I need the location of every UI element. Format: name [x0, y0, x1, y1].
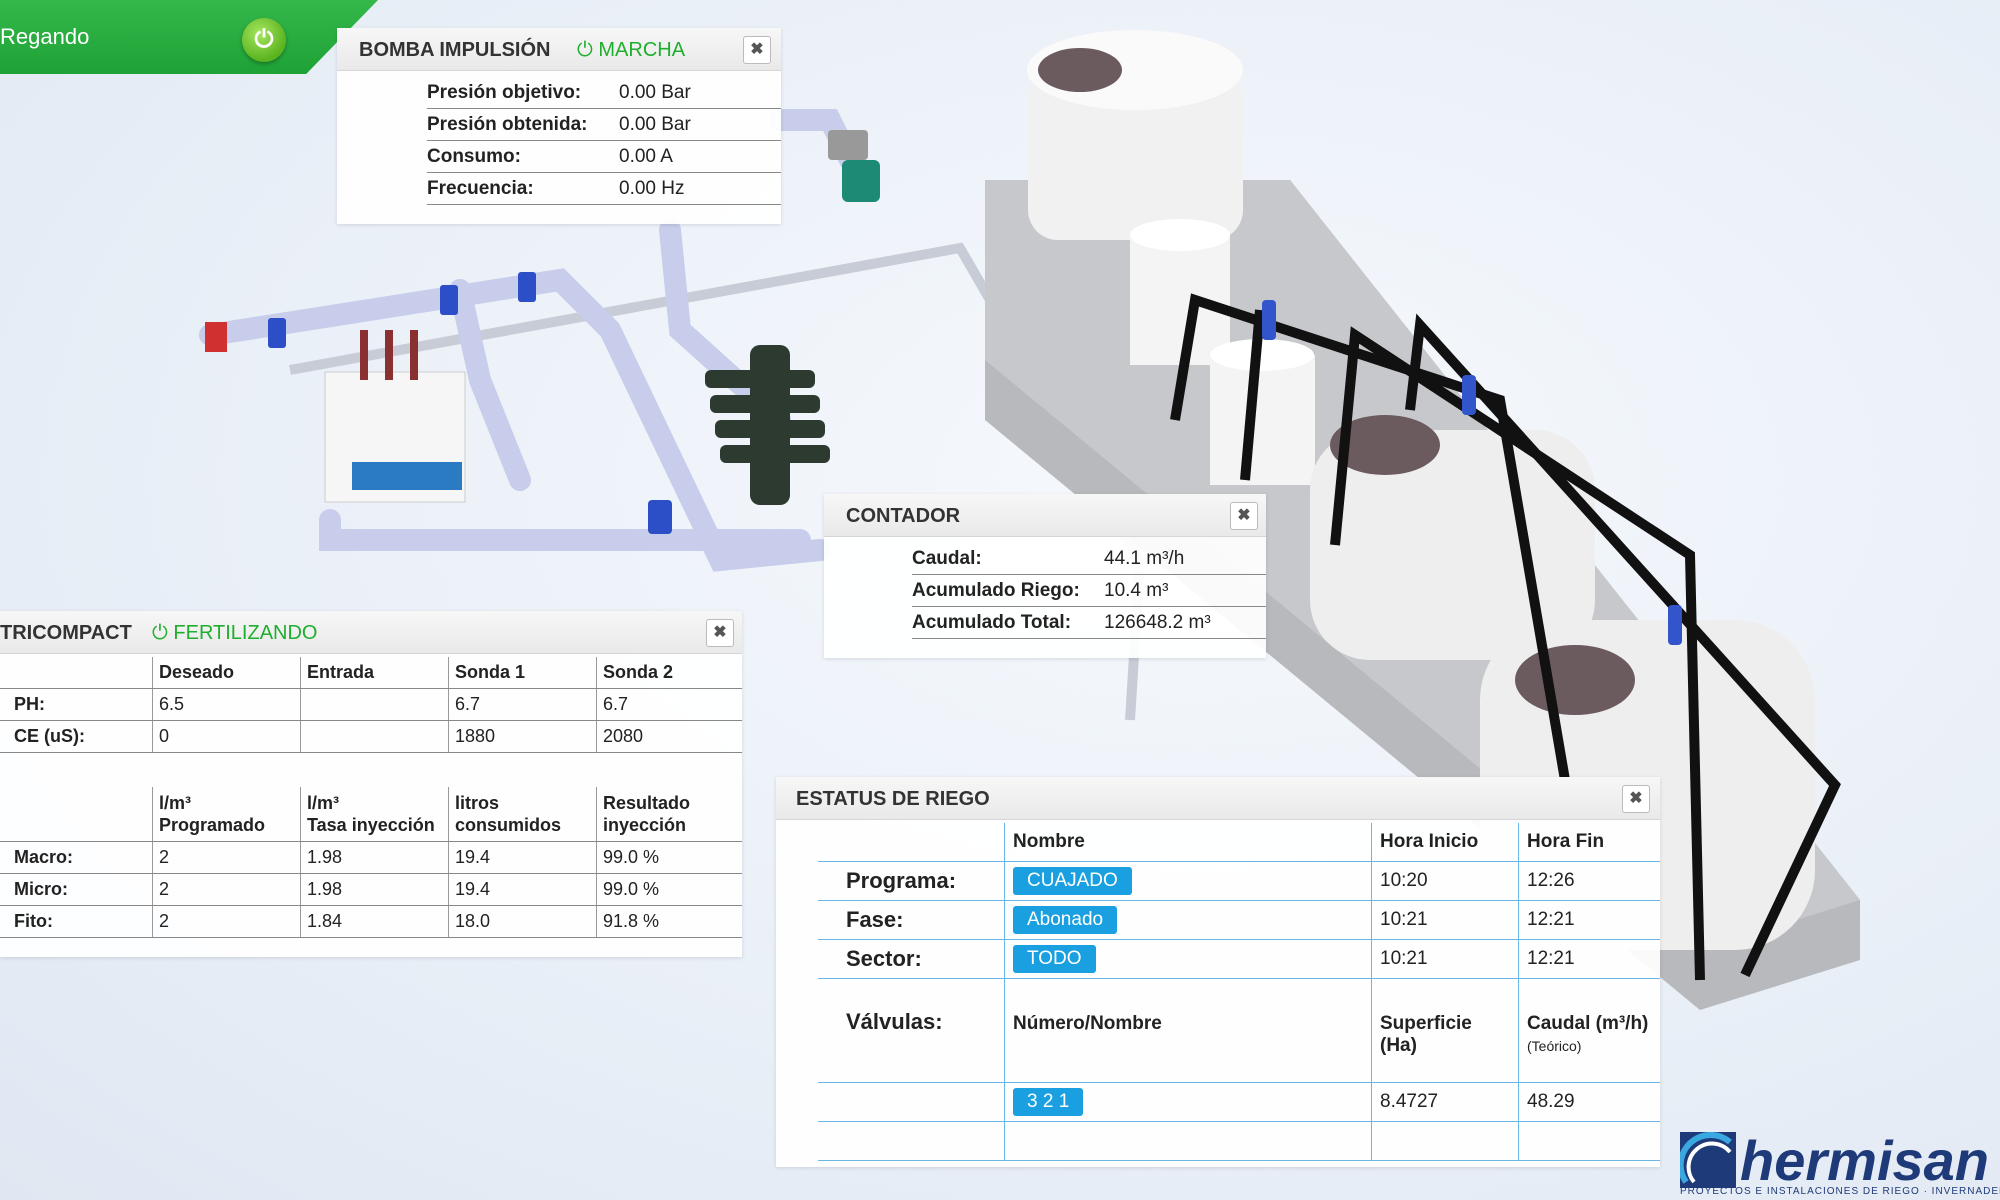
tank-small-1	[1130, 219, 1230, 365]
close-button[interactable]: ✖	[743, 36, 771, 64]
table-row: Sector: TODO 10:21 12:21	[818, 939, 1660, 979]
bomba-header: BOMBA IMPULSIÓN ⏻ MARCHA ✖	[337, 28, 781, 71]
table-row: Fito: 2 1.84 18.0 91.8 %	[0, 905, 742, 938]
bomba-row: Presión obtenida: 0.00 Bar	[427, 108, 781, 141]
logo-tagline: PROYECTOS E INSTALACIONES DE RIEGO · INV…	[1680, 1186, 2000, 1197]
riego-title: ESTATUS DE RIEGO	[796, 788, 990, 810]
table-row: Macro: 2 1.98 19.4 99.0 %	[0, 841, 742, 874]
table-row: CE (uS): 0 1880 2080	[0, 720, 742, 753]
bomba-row: Consumo: 0.00 A	[427, 140, 781, 173]
nutricompact-header: TRICOMPACT ⏻ FERTILIZANDO ✖	[0, 611, 742, 654]
sector-name-badge[interactable]: TODO	[1013, 945, 1096, 973]
power-icon: ⏻	[152, 622, 174, 644]
ph-ce-table: Deseado Entrada Sonda 1 Sonda 2 PH: 6.5 …	[0, 657, 742, 753]
close-button[interactable]: ✖	[1230, 502, 1258, 530]
nutricompact-panel: TRICOMPACT ⏻ FERTILIZANDO ✖ Deseado Entr…	[0, 611, 742, 957]
bomba-panel: BOMBA IMPULSIÓN ⏻ MARCHA ✖ Presión objet…	[337, 28, 781, 224]
power-icon: ⏻	[254, 26, 274, 53]
logo-word: hermisan	[1740, 1129, 1989, 1192]
table-row: 3 2 1 8.4727 48.29	[818, 1082, 1660, 1122]
power-button[interactable]: ⏻	[242, 18, 286, 62]
bomba-title: BOMBA IMPULSIÓN	[359, 39, 551, 61]
riego-panel: ESTATUS DE RIEGO ✖ Nombre Hora Inicio Ho…	[776, 777, 1660, 1167]
pump-unit	[828, 130, 880, 202]
contador-row: Caudal: 44.1 m³/h	[912, 542, 1266, 575]
nutricompact-state: ⏻ FERTILIZANDO	[152, 622, 318, 644]
contador-header: CONTADOR ✖	[824, 494, 1266, 537]
contador-row: Acumulado Riego: 10.4 m³	[912, 574, 1266, 607]
table-row	[818, 1121, 1660, 1161]
bomba-row: Frecuencia: 0.00 Hz	[427, 172, 781, 205]
table-row: PH: 6.5 6.7 6.7	[0, 688, 742, 721]
bomba-state: ⏻ MARCHA	[577, 39, 686, 61]
tank-1	[1027, 30, 1243, 240]
tank-small-2	[1210, 339, 1315, 485]
table-row: Programa: CUAJADO 10:20 12:26	[818, 861, 1660, 901]
power-icon: ⏻	[577, 39, 599, 61]
dosing-table: l/m³ Programado l/m³ Tasa inyección litros…	[0, 787, 742, 938]
valve-number-badge[interactable]: 3 2 1	[1013, 1088, 1084, 1116]
status-label: Regando	[0, 24, 90, 49]
contador-panel: CONTADOR ✖ Caudal: 44.1 m³/h Acumulado R…	[824, 494, 1266, 658]
riego-header: ESTATUS DE RIEGO ✖	[776, 777, 1660, 820]
nutricompact-title: TRICOMPACT	[0, 622, 132, 644]
close-button[interactable]: ✖	[1622, 785, 1650, 813]
contador-title: CONTADOR	[846, 505, 961, 527]
logo-icon	[1680, 1132, 1736, 1188]
table-row: Fase: Abonado 10:21 12:21	[818, 900, 1660, 940]
phase-name-badge[interactable]: Abonado	[1013, 906, 1118, 934]
close-button[interactable]: ✖	[706, 619, 734, 647]
riego-table: Nombre Hora Inicio Hora Fin Programa: CU…	[818, 823, 1660, 1161]
bomba-row: Presión objetivo: 0.00 Bar	[427, 76, 781, 109]
table-row: Micro: 2 1.98 19.4 99.0 %	[0, 873, 742, 906]
program-name-badge[interactable]: CUAJADO	[1013, 867, 1132, 895]
contador-row: Acumulado Total: 126648.2 m³	[912, 606, 1266, 639]
valvulas-header-row: Válvulas: Número/Nombre Superficie (Ha) …	[818, 978, 1660, 1083]
